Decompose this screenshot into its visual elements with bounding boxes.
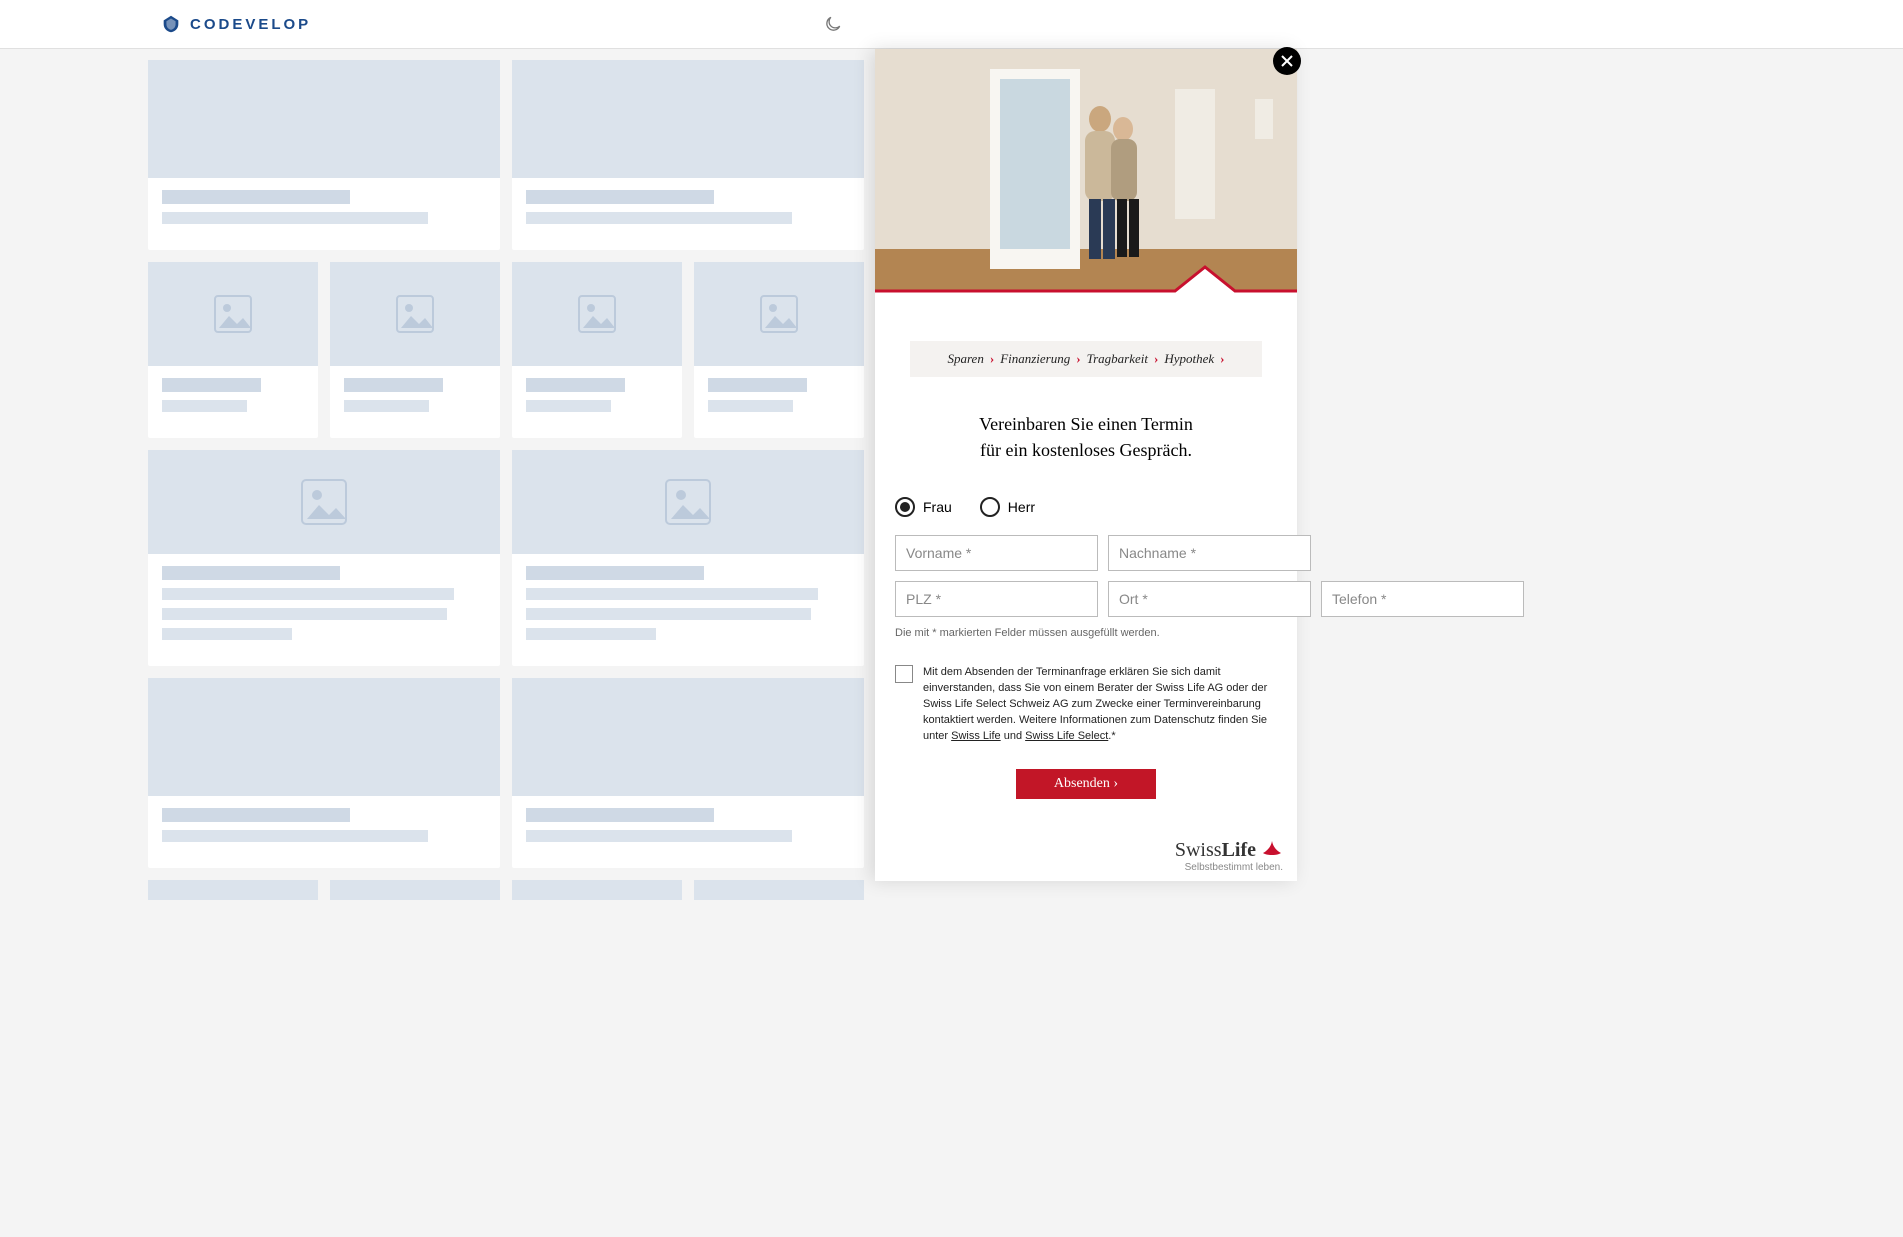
skeleton-card [148,60,500,250]
consent-text-part: und [1001,730,1025,742]
roof-line-icon [875,261,1297,293]
skeleton-card [512,60,864,250]
image-placeholder-icon [393,292,437,336]
skeleton-card [330,880,500,900]
consent-checkbox[interactable] [895,665,913,683]
step-label[interactable]: Sparen [947,351,983,367]
logo-icon [160,13,182,35]
privacy-link-swisslife-select[interactable]: Swiss Life Select [1025,730,1108,742]
content-skeleton-grid [148,60,868,900]
telefon-field[interactable] [1321,581,1524,617]
swisslife-logo-icon [1261,839,1283,857]
chevron-right-icon: › [990,351,994,367]
ad-headline: Vereinbaren Sie einen Termin für ein kos… [875,411,1297,463]
brand-wordmark: SwissLife [1175,839,1283,862]
headline-line: Vereinbaren Sie einen Termin [979,414,1193,434]
headline-line: für ein kostenloses Gespräch. [980,440,1192,460]
image-placeholder-icon [297,475,351,529]
skeleton-card [512,880,682,900]
consent-text: Mit dem Absenden der Terminanfrage erklä… [923,665,1277,745]
hero-illustration [875,49,1297,293]
chevron-right-icon: › [1154,351,1158,367]
ad-overlay: Sparen › Finanzierung › Tragbarkeit › Hypot… [875,49,1297,881]
swisslife-brand: SwissLife Selbstbestimmt leben. [1175,839,1283,873]
ort-field[interactable] [1108,581,1311,617]
skeleton-card [512,262,682,438]
image-placeholder-icon [661,475,715,529]
image-placeholder-icon [211,292,255,336]
consent-text-part: .* [1108,730,1115,742]
radio-label: Frau [923,499,952,515]
theme-toggle-button[interactable] [823,14,843,34]
ad-hero-image [875,49,1297,293]
logo-text: CODEVELOP [190,16,311,33]
salutation-frau-radio[interactable]: Frau [895,497,952,517]
skeleton-card [330,262,500,438]
progress-steps: Sparen › Finanzierung › Tragbarkeit › Hypot… [910,341,1262,377]
site-logo[interactable]: CODEVELOP [160,13,311,35]
vorname-field[interactable] [895,535,1098,571]
skeleton-card [694,880,864,900]
skeleton-card [148,678,500,868]
radio-icon [895,497,915,517]
consent-block: Mit dem Absenden der Terminanfrage erklä… [895,665,1277,745]
radio-label: Herr [1008,499,1035,515]
chevron-right-icon: › [1220,351,1224,367]
skeleton-card [512,450,864,666]
step-label[interactable]: Tragbarkeit [1087,351,1148,367]
radio-icon [980,497,1000,517]
nachname-field[interactable] [1108,535,1311,571]
plz-field[interactable] [895,581,1098,617]
moon-icon [823,14,843,34]
skeleton-card [148,450,500,666]
header-bar: CODEVELOP [0,0,1903,49]
chevron-right-icon: › [1076,351,1080,367]
privacy-link-swisslife[interactable]: Swiss Life [951,730,1001,742]
step-label[interactable]: Finanzierung [1000,351,1070,367]
image-placeholder-icon [757,292,801,336]
required-note: Die mit * markierten Felder müssen ausge… [895,627,1277,639]
close-button[interactable] [1273,47,1301,75]
step-label[interactable]: Hypothek [1164,351,1214,367]
contact-form: Frau Herr Die mit * markierten Felder mü… [895,497,1277,799]
close-icon [1281,55,1293,67]
brand-tagline: Selbstbestimmt leben. [1175,862,1283,873]
skeleton-card [512,678,864,868]
skeleton-card [148,262,318,438]
image-placeholder-icon [575,292,619,336]
skeleton-card [694,262,864,438]
skeleton-card [148,880,318,900]
salutation-herr-radio[interactable]: Herr [980,497,1035,517]
submit-button[interactable]: Absenden [1016,769,1156,799]
